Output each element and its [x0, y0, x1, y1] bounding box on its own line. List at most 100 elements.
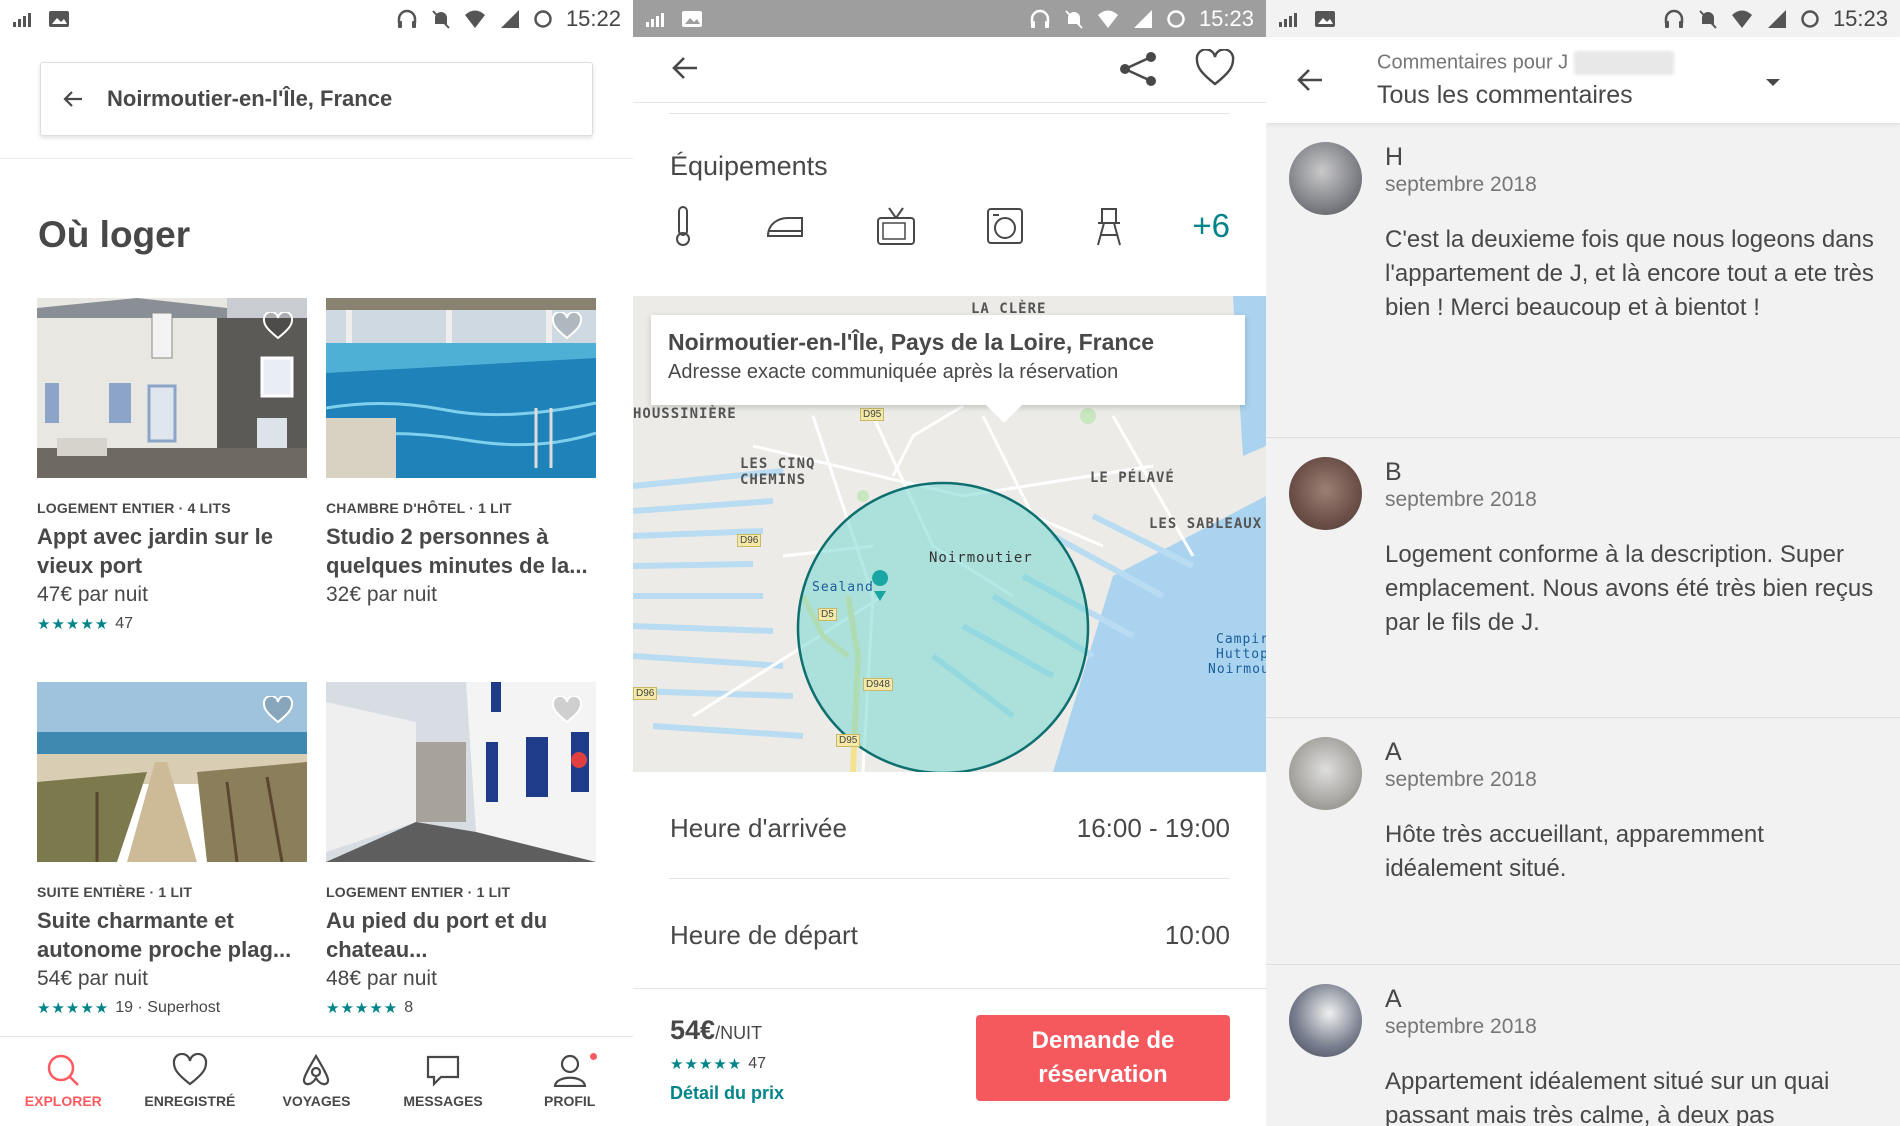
review-count: 47	[115, 615, 134, 632]
review-count: 47	[748, 1055, 767, 1072]
heart-icon[interactable]	[1195, 49, 1235, 87]
listing-photo[interactable]	[37, 298, 307, 478]
listing-photo[interactable]	[37, 682, 307, 862]
search-location: Noirmoutier-en-l'Île, France	[107, 86, 393, 111]
request-booking-button[interactable]: Demande de réservation	[976, 1015, 1230, 1101]
equipements-title: Équipements	[670, 151, 828, 181]
reviews-header: Commentaires pour J Tous les commentaire…	[1266, 37, 1900, 123]
review-text: Hôte très accueillant, apparemment idéal…	[1385, 821, 1764, 882]
review-item: B septembre 2018 Logement conforme à la …	[1266, 438, 1900, 718]
nav-messages[interactable]: MESSAGES	[380, 1037, 507, 1126]
review-count: 19 · Superhost	[115, 999, 221, 1016]
map-card-subtitle: Adresse exacte communiquée après la rése…	[668, 361, 1119, 383]
listing-card[interactable]: CHAMBRE D'HÔTEL · 1 LIT Studio 2 personn…	[326, 298, 596, 607]
stars-icon: ★★★★★	[37, 616, 110, 633]
heart-icon[interactable]	[552, 312, 582, 340]
search-bar[interactable]: Noirmoutier-en-l'Île, France	[40, 62, 593, 136]
listing-price: 32€ par nuit	[326, 583, 437, 606]
listing-name[interactable]: Au pied du port et du chateau...	[326, 906, 596, 964]
reviewer-initial: H	[1385, 143, 1404, 171]
listing-name[interactable]: Studio 2 personnes à quelques minutes de…	[326, 522, 596, 580]
headphones-icon	[1030, 9, 1050, 28]
chevron-down-icon[interactable]	[1763, 75, 1783, 89]
high-chair-icon	[1096, 208, 1121, 246]
section-title: Où loger	[38, 214, 191, 255]
battery-ring-icon	[1801, 9, 1819, 28]
reviews-filter-title[interactable]: Tous les commentaires	[1377, 81, 1633, 110]
divider	[0, 158, 633, 159]
review-item: A septembre 2018 Hôte très accueillant, …	[1266, 718, 1900, 965]
reviewer-initial: B	[1385, 458, 1402, 486]
listing-photo[interactable]	[326, 298, 596, 478]
road-label: D96	[737, 534, 762, 547]
reviews-subtitle-text: Commentaires pour J	[1377, 51, 1569, 74]
washing-machine-icon	[987, 208, 1024, 244]
reviewer-initial: A	[1385, 738, 1402, 766]
battery-ring-icon	[534, 9, 552, 28]
avatar	[1289, 737, 1362, 810]
map-label: LE PÉLAVÉ	[1090, 470, 1175, 486]
headphones-icon	[397, 9, 417, 28]
nav-profil[interactable]: PROFIL	[506, 1037, 633, 1126]
listing-price: 54€ par nuit	[37, 967, 148, 990]
signal-bars-icon	[1279, 12, 1297, 27]
nav-voyages[interactable]: VOYAGES	[253, 1037, 380, 1126]
listing-kind: LOGEMENT ENTIER · 4 LITS	[37, 500, 231, 516]
review-count: 8	[404, 999, 414, 1016]
listing-name[interactable]: Appt avec jardin sur le vieux port	[37, 522, 307, 580]
signal-bars-icon	[646, 12, 664, 27]
reviews-screen: 15:23 Commentaires pour J Tous les comme…	[1266, 0, 1900, 1126]
listing-card[interactable]: SUITE ENTIÈRE · 1 LIT Suite charmante et…	[37, 682, 307, 1017]
wifi-icon	[1097, 10, 1118, 28]
listing-card[interactable]: LOGEMENT ENTIER · 4 LITS Appt avec jardi…	[37, 298, 307, 633]
price-unit: /NUIT	[715, 1023, 763, 1043]
location-map[interactable]: LA CLÈRE HOUSSINIÈRE LES CINQ CHEMINS LE…	[633, 296, 1266, 772]
button-line: réservation	[1038, 1061, 1168, 1088]
share-icon[interactable]	[1118, 51, 1158, 87]
divider	[669, 113, 1230, 114]
stars-icon: ★★★★★	[37, 1000, 110, 1017]
road-label: D5	[818, 608, 837, 621]
more-amenities-link[interactable]: +6	[1192, 207, 1230, 245]
image-icon	[1315, 10, 1335, 27]
checkin-value: 16:00 - 19:00	[1076, 813, 1230, 843]
road-label: D96	[633, 687, 658, 700]
signal-bars-icon	[13, 12, 31, 27]
wifi-icon	[464, 10, 485, 28]
heart-icon[interactable]	[263, 696, 293, 724]
map-address-card: Noirmoutier-en-l'Île, Pays de la Loire, …	[651, 315, 1245, 423]
cell-signal-icon	[1133, 9, 1152, 28]
listing-rating: ★★★★★ 47	[670, 1055, 766, 1073]
heart-icon[interactable]	[552, 696, 582, 724]
listing-details-screen: 15:23 Équipements +6 LA CLÈRE HOUSSINIÈR…	[633, 0, 1266, 1126]
review-item: A septembre 2018 Appartement idéalement …	[1266, 965, 1900, 1126]
price-detail-link[interactable]: Détail du prix	[670, 1083, 784, 1104]
explore-screen: 15:22 Noirmoutier-en-l'Île, France Où lo…	[0, 0, 633, 1126]
listing-card[interactable]: LOGEMENT ENTIER · 1 LIT Au pied du port …	[326, 682, 596, 1017]
nav-enregistre[interactable]: ENREGISTRÉ	[127, 1037, 254, 1126]
back-arrow-icon[interactable]	[63, 90, 83, 108]
listing-photo[interactable]	[326, 682, 596, 862]
avatar	[1289, 984, 1362, 1057]
checkin-label: Heure d'arrivée	[670, 813, 847, 843]
back-arrow-icon[interactable]	[671, 55, 699, 81]
airbnb-logo-icon	[303, 1053, 330, 1086]
map-label: Noirmou	[1208, 662, 1266, 677]
bottom-navigation: EXPLORER ENREGISTRÉ VOYAGES MESSAGES PRO…	[0, 1036, 633, 1126]
listing-kind: LOGEMENT ENTIER · 1 LIT	[326, 884, 511, 900]
amenities-row[interactable]: +6	[670, 205, 1230, 247]
map-card-title: Noirmoutier-en-l'Île, Pays de la Loire, …	[668, 329, 1155, 355]
booking-bar: 54€/NUIT ★★★★★ 47 Détail du prix Demande…	[633, 988, 1266, 1126]
back-arrow-icon[interactable]	[1296, 67, 1324, 93]
map-label: LES SABLEAUX	[1149, 516, 1263, 532]
listing-name[interactable]: Suite charmante et autonome proche plag.…	[37, 906, 307, 964]
nav-explorer[interactable]: EXPLORER	[0, 1037, 127, 1126]
review-date: septembre 2018	[1385, 173, 1537, 196]
map-label: HOUSSINIÈRE	[633, 406, 737, 422]
nightly-price: 54€/NUIT	[670, 1015, 762, 1046]
status-time: 15:23	[1198, 5, 1254, 31]
heart-icon[interactable]	[263, 312, 293, 340]
review-text: Appartement idéalement situé sur un quai…	[1385, 1068, 1830, 1126]
listing-price: 48€ par nuit	[326, 967, 437, 990]
button-line: Demande de	[1031, 1027, 1175, 1054]
